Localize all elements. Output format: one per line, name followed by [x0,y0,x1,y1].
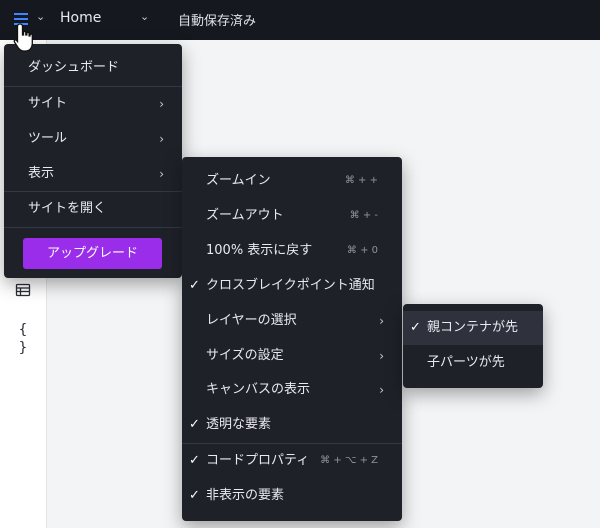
top-bar: ⌄ Home ⌄ 自動保存済み [0,0,600,40]
submenu-item-size-settings[interactable]: サイズの設定 › [182,339,402,373]
submenu-item-canvas-display[interactable]: キャンバスの表示 › [182,373,402,407]
menu-item-dashboard[interactable]: ダッシュボード [4,51,182,85]
layer-option-child-first[interactable]: 子パーツが先 [403,346,543,380]
chevron-right-icon: › [379,314,384,328]
menu-item-view[interactable]: 表示 › [4,157,182,191]
chevron-right-icon: › [379,383,384,397]
submenu-item-zoom-out[interactable]: ズームアウト ⌘ + - [182,199,402,233]
submenu-item-layer-select[interactable]: レイヤーの選択 › [182,304,402,338]
checkmark-icon: ✓ [189,488,200,503]
submenu-item-reset-zoom[interactable]: 100% 表示に戻す ⌘ + 0 [182,234,402,268]
submenu-item-transparent-elements[interactable]: ✓ 透明な要素 [182,408,402,442]
chevron-right-icon: › [159,132,164,146]
menu-item-tools[interactable]: ツール › [4,122,182,156]
menu-divider [4,227,182,228]
submenu-item-cross-breakpoint[interactable]: ✓ クロスブレイクポイント通知 [182,269,402,303]
hand-pointer-cursor-icon [12,22,38,54]
layer-option-parent-first[interactable]: ✓ 親コンテナが先 [403,311,543,345]
layer-select-submenu: ✓ 親コンテナが先 子パーツが先 [403,304,543,388]
table-icon[interactable] [14,282,32,300]
checkmark-icon: ✓ [189,453,200,468]
submenu-item-code-properties[interactable]: ✓ コードプロパティ ⌘ + ⌥ + Z [182,444,402,478]
checkmark-icon: ✓ [410,320,421,335]
upgrade-button[interactable]: アップグレード [23,238,162,269]
main-menu: ダッシュボード サイト › ツール › 表示 › サイトを開く アップグレード [4,44,182,278]
submenu-item-hidden-elements[interactable]: ✓ 非表示の要素 [182,479,402,513]
chevron-right-icon: › [159,97,164,111]
submenu-item-zoom-in[interactable]: ズームイン ⌘ + + [182,164,402,198]
checkmark-icon: ✓ [189,278,200,293]
page-chevron-down-icon[interactable]: ⌄ [140,10,149,23]
menu-item-open-site[interactable]: サイトを開く [4,192,182,226]
page-selector[interactable]: Home [60,10,101,26]
chevron-right-icon: › [159,167,164,181]
code-braces-icon[interactable]: { } [14,321,32,356]
autosave-status: 自動保存済み [178,14,257,29]
chevron-right-icon: › [379,349,384,363]
menu-item-site[interactable]: サイト › [4,87,182,121]
checkmark-icon: ✓ [189,417,200,432]
view-submenu: ズームイン ⌘ + + ズームアウト ⌘ + - 100% 表示に戻す ⌘ + … [182,157,402,521]
